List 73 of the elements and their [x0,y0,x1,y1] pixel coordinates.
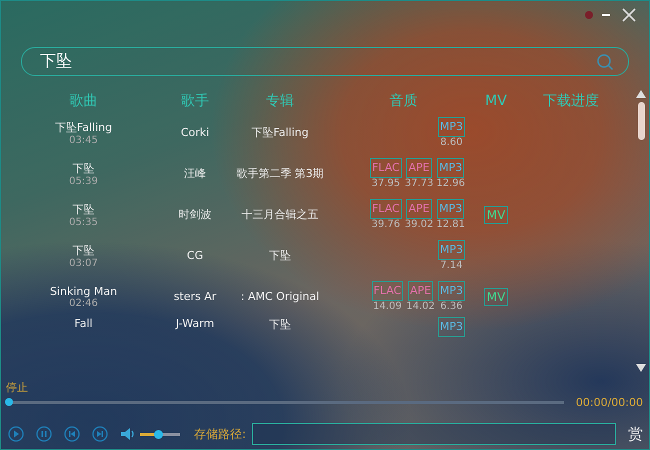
scrollbar-thumb[interactable] [638,102,644,140]
song-duration: 05:35 [69,216,98,228]
song-title: 下坠 [72,242,94,258]
artist-cell-text: 时剑波 [178,207,212,222]
file-size: 6.36 [440,301,463,312]
album-cell-text: 十三月合辑之五 [240,207,320,222]
mv-button[interactable]: MV [484,288,508,306]
album-cell-text: 下坠 [268,317,292,332]
quality-button[interactable]: APE [408,281,434,301]
quality-button[interactable]: APE [406,199,432,219]
file-size: 12.96 [436,178,465,189]
file-size: 37.73 [404,178,434,189]
playback-status: 停止 [5,380,28,395]
scroll-down-icon[interactable] [636,364,646,372]
column-header: 专辑 [265,92,295,110]
quality-button[interactable]: FLAC [372,281,404,301]
quality-button[interactable]: MP3 [437,199,464,219]
quality-button[interactable]: MP3 [438,240,465,260]
mv-button[interactable]: MV [484,206,508,224]
file-size: 14.02 [406,301,435,312]
song-title: 下坠Falling [54,120,112,134]
artist-cell-text: Corki [180,126,210,139]
file-size: 8.60 [440,137,463,148]
song-title: Sinking Man [50,284,118,298]
column-header: 音质 [388,92,418,110]
artist-cell-text: sters Ar [172,290,218,303]
record-dot-icon [585,11,593,19]
file-size: 37.95 [372,178,400,189]
quality-button[interactable]: FLAC [370,158,402,178]
quality-button[interactable]: MP3 [438,317,465,337]
column-header: MV [484,93,508,109]
play-icon[interactable] [8,426,24,442]
scroll-up-icon[interactable] [636,90,646,98]
artist-cell-text: CG [186,249,204,262]
reward-button[interactable]: 赏 [628,424,643,444]
song-duration: 03:45 [69,134,98,146]
song-duration: 02:46 [69,298,98,308]
song-duration: 03:07 [69,258,98,268]
volume-slider[interactable] [140,432,180,436]
file-size: 39.02 [404,219,434,230]
quality-button[interactable]: APE [406,158,432,178]
song-title: 下坠 [72,202,94,216]
song-title: 下坠 [72,160,94,176]
search-bar[interactable]: 下坠 [21,47,629,76]
artist-cell-text: 汪峰 [183,166,207,181]
column-header: 下载进度 [542,92,600,110]
file-size: 7.14 [440,260,463,271]
search-field[interactable]: 下坠 [40,52,596,71]
speaker-icon[interactable] [120,426,136,442]
save-path-label: 存储路径: [194,426,246,442]
volume-thumb[interactable] [154,430,163,438]
next-icon[interactable] [92,426,108,442]
previous-icon[interactable] [64,426,80,442]
album-cell-text: 下坠 [268,248,292,263]
column-header: 歌手 [180,92,210,110]
file-size: 12.81 [436,219,465,230]
file-size: 39.76 [372,219,400,230]
quality-button[interactable]: FLAC [370,199,402,219]
time-readout: 00:00/00:00 [576,396,643,408]
file-size: 14.09 [373,301,402,312]
quality-button[interactable]: MP3 [438,117,465,137]
album-cell-text: 歌手第二季 第3期 [235,166,325,181]
quality-button[interactable]: MP3 [437,158,464,178]
progress-thumb[interactable] [5,398,13,406]
save-path-field[interactable] [252,423,616,445]
quality-button[interactable]: MP3 [438,281,465,301]
album-cell-text: : AMC Original [240,290,320,303]
song-duration: 05:39 [69,176,98,186]
pause-icon[interactable] [36,426,52,442]
album-cell-text: 下坠Falling [250,125,310,140]
song-title: Fall [74,317,93,330]
column-header: 歌曲 [68,92,98,110]
artist-cell-text: J-Warm [174,317,216,330]
